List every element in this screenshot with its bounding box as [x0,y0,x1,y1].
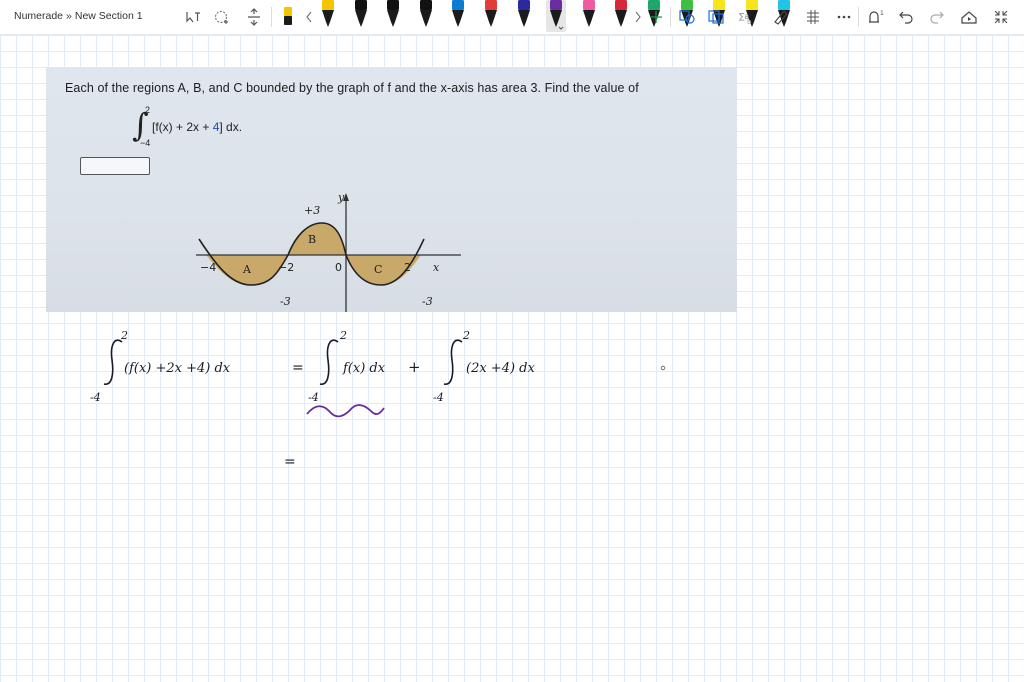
breadcrumb-notebook[interactable]: Numerade [14,10,63,22]
region-label-c: C [374,263,382,276]
pen-1[interactable] [318,0,338,32]
question-text: Each of the regions A, B, and C bounded … [65,81,639,95]
pen-5[interactable] [448,0,468,32]
pen-4[interactable] [416,0,436,32]
math-icon[interactable]: ∑a b [737,7,757,27]
integrand-start: [f(x) + 2x + [152,120,213,134]
x-tick-0: 0 [335,261,342,274]
lasso-select-icon[interactable] [183,7,203,27]
breadcrumb[interactable]: Numerade» New Section 1 [14,10,143,22]
region-label-b: B [308,233,316,246]
scroll-right-icon[interactable] [628,7,648,27]
pen-2[interactable] [351,0,371,32]
more-icon[interactable] [834,7,854,27]
touch-draw-icon[interactable] [803,7,823,27]
toolbar: Numerade» New Section 1 ∑a b 1 [0,0,1024,35]
divider [271,7,272,27]
annotation-minus3-c: -3 [422,295,433,308]
function-graph: y x A B C −4 −2 0 2 +3 -3 -3 [196,191,461,312]
pen-9[interactable] [579,0,599,32]
scroll-left-icon[interactable] [299,7,319,27]
problem-integral: ∫ 2 −4 [f(x) + 2x + 4] dx. [132,105,332,151]
y-axis-label: y [337,191,345,204]
shapes-icon[interactable] [677,7,697,27]
x-tick-neg4: −4 [200,261,216,274]
redo-icon[interactable] [927,7,947,27]
annotation-minus3-a: -3 [280,295,291,308]
x-tick-2: 2 [404,261,411,274]
svg-text:b: b [747,18,752,25]
eraser-icon[interactable] [278,7,298,27]
copy-icon[interactable] [706,7,726,27]
pen-6[interactable] [481,0,501,32]
add-space-icon[interactable] [212,7,232,27]
integral-lower-limit: −4 [140,138,151,148]
add-pen-icon[interactable] [646,7,666,27]
breadcrumb-section[interactable]: New Section 1 [75,10,143,22]
pen-8-selected[interactable] [546,0,567,32]
region-label-a: A [242,263,252,276]
x-tick-neg2: −2 [278,261,294,274]
pen-3[interactable] [383,0,403,32]
pen-7[interactable] [514,0,534,32]
breadcrumb-separator: » [66,10,72,22]
x-axis-label: x [433,261,440,274]
integrand: [f(x) + 2x + 4] dx. [152,120,242,134]
divider [670,7,671,27]
collapse-icon[interactable] [991,7,1011,27]
annotation-plus3: +3 [304,204,320,217]
undo-icon[interactable] [896,7,916,27]
integral-upper-limit: 2 [145,105,151,115]
svg-text:1: 1 [880,10,884,17]
integrand-end: ] dx. [219,120,243,134]
notification-icon[interactable]: 1 [865,7,885,27]
insert-space-icon[interactable] [244,7,264,27]
replay-icon[interactable] [959,7,979,27]
ruler-icon[interactable] [771,7,791,27]
divider [858,7,859,27]
problem-image: Each of the regions A, B, and C bounded … [46,67,737,312]
answer-input[interactable] [80,157,150,175]
